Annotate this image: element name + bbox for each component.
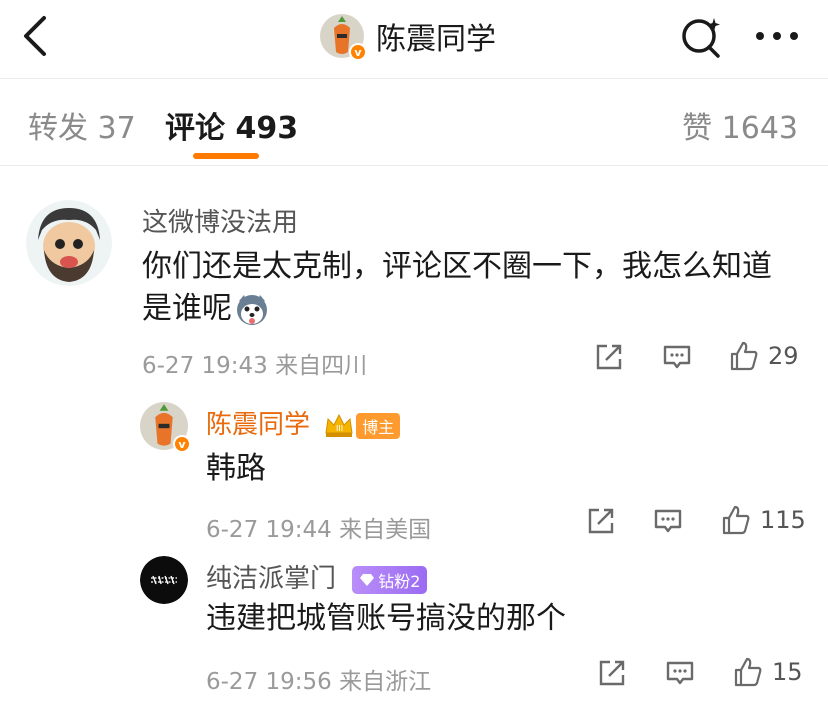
header-avatar: v — [320, 14, 367, 61]
verified-badge-icon: v — [349, 43, 367, 61]
reply-button[interactable] — [665, 658, 695, 688]
reply-button[interactable] — [662, 342, 692, 372]
comment-meta: 6-27 19:43 来自四川 — [142, 353, 368, 379]
comment-text-line-2: 是谁呢 — [142, 288, 802, 330]
reply-author-row: 陈震同学 III 博主 — [206, 404, 401, 441]
like-button[interactable]: 29 — [728, 340, 799, 372]
badge-label: 博主 — [356, 412, 401, 439]
comment-item: 这微博没法用 你们还是太克制，评论区不圈一下，我怎么知道 是谁呢 6-27 19… — [0, 166, 828, 386]
comment-text-line: 是谁呢 — [142, 291, 232, 326]
reply-author-row: 纯洁派掌门 钻粉2 — [206, 558, 428, 595]
verified-badge-icon: v — [173, 435, 191, 453]
active-tab-indicator — [193, 153, 259, 159]
like-button[interactable]: 15 — [732, 656, 803, 688]
more-dots-icon — [756, 32, 798, 40]
comment-icon — [666, 661, 694, 685]
thumbs-up-icon — [734, 657, 762, 687]
avatar[interactable]: v — [140, 402, 191, 453]
tab-likes[interactable]: 赞 1643 — [682, 103, 798, 147]
thumbs-up-icon — [722, 505, 750, 535]
husky-emoji-icon — [237, 295, 267, 325]
comment-author[interactable]: 这微博没法用 — [142, 202, 298, 239]
repost-icon — [599, 660, 625, 686]
top-bar: v 陈震同学 — [0, 0, 828, 79]
reply-meta: 6-27 19:56 来自浙江 — [206, 669, 432, 695]
page-title: 陈震同学 — [376, 22, 496, 57]
more-button[interactable] — [752, 14, 802, 58]
tab-reposts[interactable]: 转发 37 — [28, 103, 136, 147]
search-sparkle-icon — [682, 18, 720, 58]
badge-label: 钻粉2 — [378, 571, 421, 591]
blogger-badge: III 博主 — [324, 412, 401, 439]
diamond-icon — [360, 573, 375, 586]
avatar[interactable] — [26, 200, 112, 286]
comment-text: 你们还是太克制，评论区不圈一下，我怎么知道 是谁呢 — [142, 246, 802, 330]
reply-text: 韩路 — [206, 451, 266, 486]
like-count: 115 — [760, 506, 806, 534]
tab-comments[interactable]: 评论 493 — [165, 103, 298, 147]
reply-meta: 6-27 19:44 来自美国 — [206, 517, 432, 543]
fan-badge: 钻粉2 — [352, 565, 428, 594]
thumbs-up-icon — [730, 341, 758, 371]
comment-icon — [663, 345, 691, 369]
svg-text:III: III — [336, 424, 343, 433]
reply-item: 纯洁派掌门 钻粉2 违建把城管账号搞没的那个 6-27 19:56 来自浙江 1… — [0, 540, 828, 714]
comment-text-line: 你们还是太克制，评论区不圈一下，我怎么知道 — [142, 249, 772, 284]
like-button[interactable]: 115 — [720, 504, 806, 536]
repost-icon — [596, 344, 622, 370]
reply-text: 违建把城管账号搞没的那个 — [206, 601, 566, 636]
back-arrow-icon — [24, 16, 46, 56]
avatar[interactable] — [140, 556, 188, 604]
header-title-group[interactable]: v 陈震同学 — [320, 10, 496, 62]
reply-button[interactable] — [653, 506, 683, 536]
repost-button[interactable] — [597, 658, 627, 688]
back-button[interactable] — [18, 14, 54, 58]
comment-icon — [654, 509, 682, 533]
tab-bar: 转发 37 评论 493 赞 1643 — [0, 79, 828, 166]
like-count: 29 — [768, 342, 799, 370]
repost-icon — [588, 508, 614, 534]
reply-author[interactable]: 陈震同学 — [206, 410, 310, 440]
reply-author[interactable]: 纯洁派掌门 — [206, 564, 336, 594]
crown-icon: III — [325, 413, 353, 437]
reply-item: v 陈震同学 III 博主 韩路 6-27 19:44 来自美国 115 — [0, 386, 828, 543]
like-count: 15 — [772, 658, 803, 686]
repost-button[interactable] — [594, 342, 624, 372]
repost-button[interactable] — [586, 506, 616, 536]
search-button[interactable] — [678, 12, 726, 60]
